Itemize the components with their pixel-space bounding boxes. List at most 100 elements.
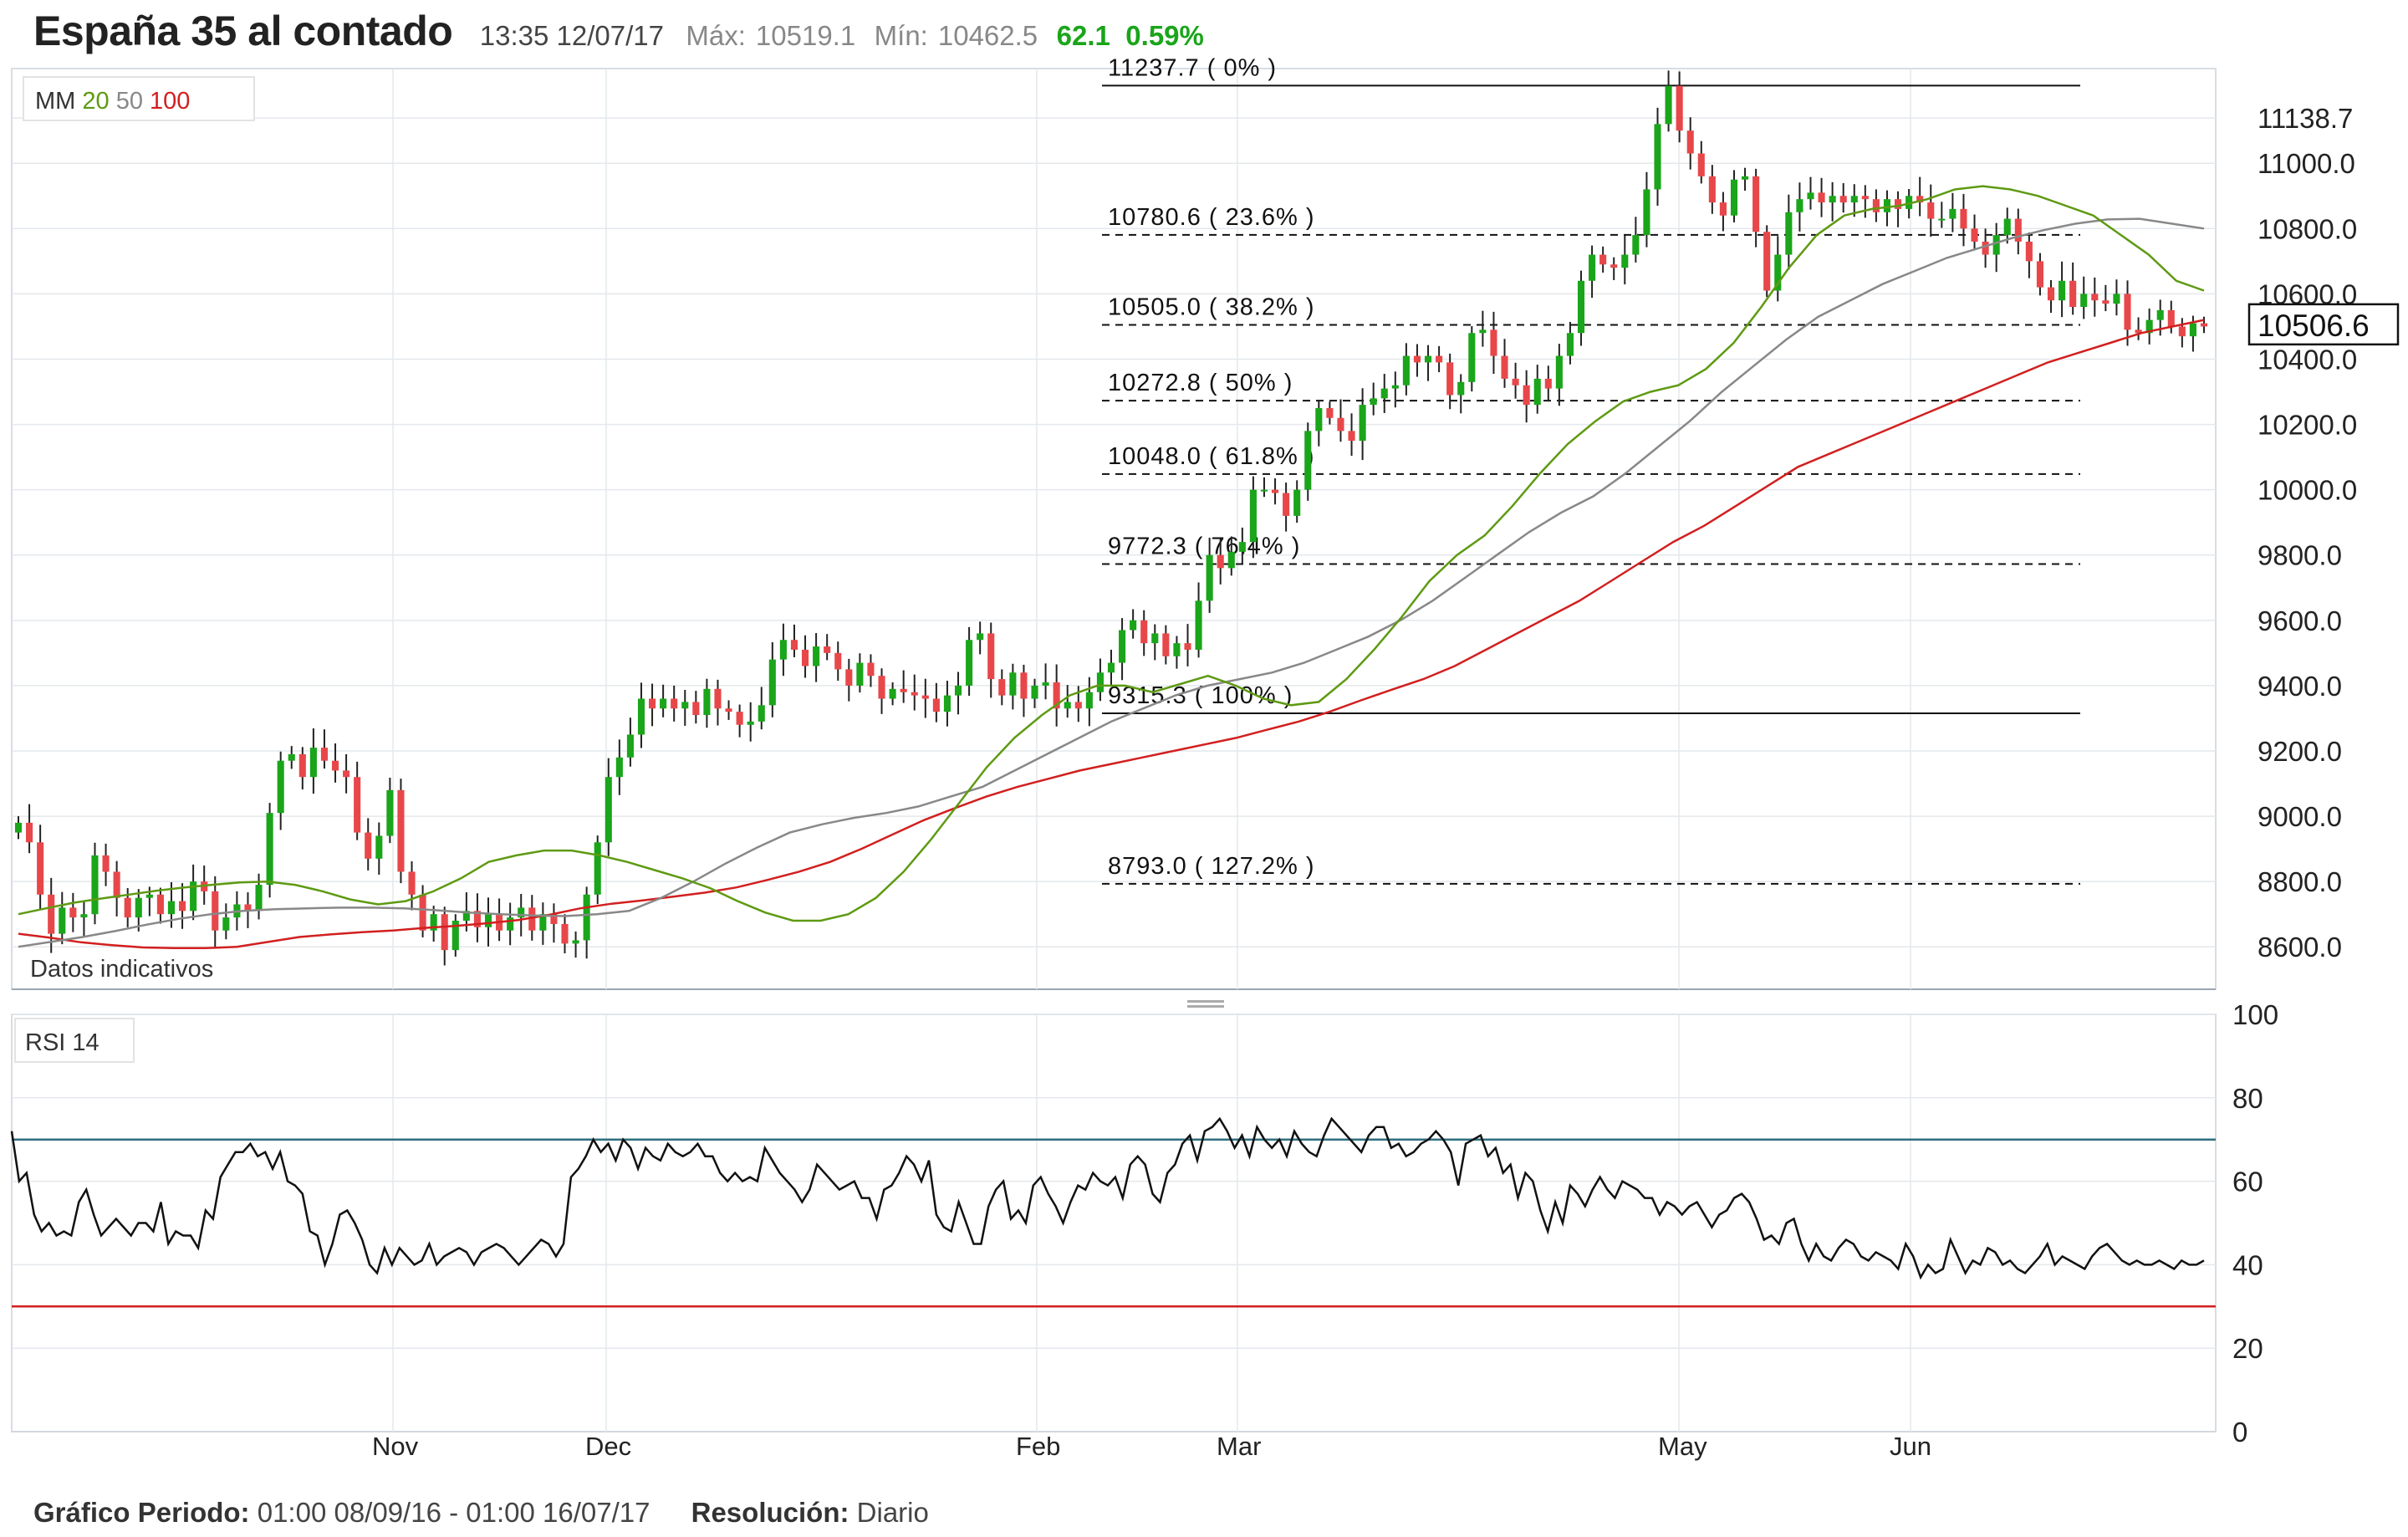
price-tick-label: 9200.0: [2258, 736, 2342, 767]
price-tick-label: 10800.0: [2258, 213, 2357, 244]
candle-body: [1468, 333, 1476, 382]
candle-body: [1742, 176, 1749, 180]
price-tick-label: 8600.0: [2258, 932, 2342, 963]
candle-body: [1577, 280, 1585, 334]
candle-body: [1227, 551, 1235, 569]
resolution-value: Diario: [856, 1497, 929, 1528]
candle-body: [1424, 355, 1432, 363]
candle-body: [298, 753, 306, 778]
candle-body: [671, 698, 678, 709]
candle-body: [354, 777, 361, 833]
candle-body: [1337, 417, 1344, 431]
price-and-rsi-chart[interactable]: 11138.711000.010800.010600.010400.010200…: [0, 0, 2408, 1537]
rsi-tick-label: 40: [2232, 1249, 2263, 1280]
candle-body: [736, 712, 743, 725]
candle-body: [212, 891, 219, 931]
rsi-tick-label: 60: [2232, 1167, 2263, 1197]
candle-body: [1173, 643, 1181, 656]
price-tick-label: 9600.0: [2258, 605, 2342, 636]
candle-body: [834, 652, 842, 670]
candle-body: [135, 897, 142, 918]
candle-body: [2047, 287, 2055, 301]
candle-body: [419, 894, 426, 931]
candle-body: [1752, 176, 1760, 232]
candle-body: [1610, 264, 1618, 268]
candle-body: [692, 702, 700, 716]
candle-body: [1643, 189, 1650, 236]
candle-body: [1730, 179, 1738, 216]
candle-body: [1501, 355, 1508, 379]
candle-body: [1544, 378, 1552, 389]
candle-body: [80, 914, 88, 918]
fibonacci-label: 9315.3 ( 100% ): [1108, 682, 1293, 709]
candle-body: [943, 695, 951, 712]
candle-body: [867, 662, 875, 677]
candle-body: [1217, 554, 1224, 569]
panel-resize-handle[interactable]: [1187, 1005, 1224, 1008]
candle-body: [2167, 309, 2175, 327]
candle-body: [1938, 218, 1946, 221]
candle-body: [1380, 388, 1388, 399]
price-tick-label: 10200.0: [2258, 410, 2357, 441]
candle-body: [1283, 493, 1290, 516]
candle-body: [1490, 329, 1497, 356]
candle-body: [222, 917, 230, 931]
candle-body: [48, 894, 55, 934]
candle-body: [813, 646, 820, 666]
candle-body: [2156, 309, 2164, 320]
fibonacci-label: 9772.3 ( 76.4% ): [1108, 534, 1300, 560]
panel-resize-handle[interactable]: [1187, 1000, 1224, 1003]
candle-body: [1599, 254, 1607, 265]
candle-body: [1184, 643, 1191, 650]
rsi-panel-frame: [11, 1014, 2217, 1432]
x-tick-label-nov: Nov: [372, 1432, 419, 1461]
candle-body: [1020, 672, 1028, 699]
candle-body: [572, 940, 579, 944]
candle-body: [900, 688, 907, 692]
candle-body: [1632, 235, 1640, 255]
rsi-tick-label: 20: [2232, 1333, 2263, 1364]
candle-body: [1796, 199, 1803, 212]
candle-body: [1042, 682, 1049, 686]
price-tick-label: 9800.0: [2258, 540, 2342, 571]
candle-body: [1009, 672, 1017, 696]
candle-body: [2003, 218, 2011, 236]
candle-body: [14, 822, 23, 833]
candle-body: [1960, 208, 1967, 229]
candle-body: [1162, 633, 1170, 656]
candle-body: [977, 633, 984, 641]
price-tick-label: 10400.0: [2258, 344, 2357, 375]
candle-body: [441, 914, 448, 951]
candle-body: [1533, 378, 1541, 406]
candle-body: [856, 662, 864, 686]
candle-body: [1861, 196, 1869, 200]
price-tick-label: 11138.7: [2258, 103, 2353, 134]
candle-body: [1326, 408, 1334, 418]
candle-body: [1130, 620, 1137, 631]
candle-body: [1096, 672, 1104, 692]
fibonacci-label: 11237.7 ( 0% ): [1108, 54, 1277, 81]
candle-body: [2200, 323, 2208, 327]
candle-body: [2069, 280, 2077, 308]
candle-body: [1719, 202, 1727, 216]
candle-body: [1883, 199, 1891, 212]
candle-body: [1119, 630, 1126, 663]
x-tick-label-feb: Feb: [1016, 1432, 1060, 1461]
candle-body: [1763, 232, 1771, 291]
price-tick-label: 8800.0: [2258, 866, 2342, 897]
period-label: Gráfico Periodo:: [33, 1497, 250, 1528]
candle-body: [1686, 130, 1694, 154]
price-tick-label: 10000.0: [2258, 475, 2357, 506]
fibonacci-label: 10505.0 ( 38.2% ): [1108, 294, 1315, 320]
candle-body: [703, 688, 711, 716]
candle-body: [583, 894, 590, 941]
candle-body: [1839, 196, 1847, 203]
candle-body: [1894, 199, 1902, 209]
fibonacci-label: 10780.6 ( 23.6% ): [1108, 204, 1315, 231]
candle-body: [660, 698, 667, 709]
candle-body: [878, 676, 885, 699]
candle-body: [954, 685, 962, 696]
candle-body: [1304, 431, 1312, 490]
rsi-legend-text: RSI 14: [25, 1029, 99, 1056]
candle-body: [1523, 385, 1530, 406]
